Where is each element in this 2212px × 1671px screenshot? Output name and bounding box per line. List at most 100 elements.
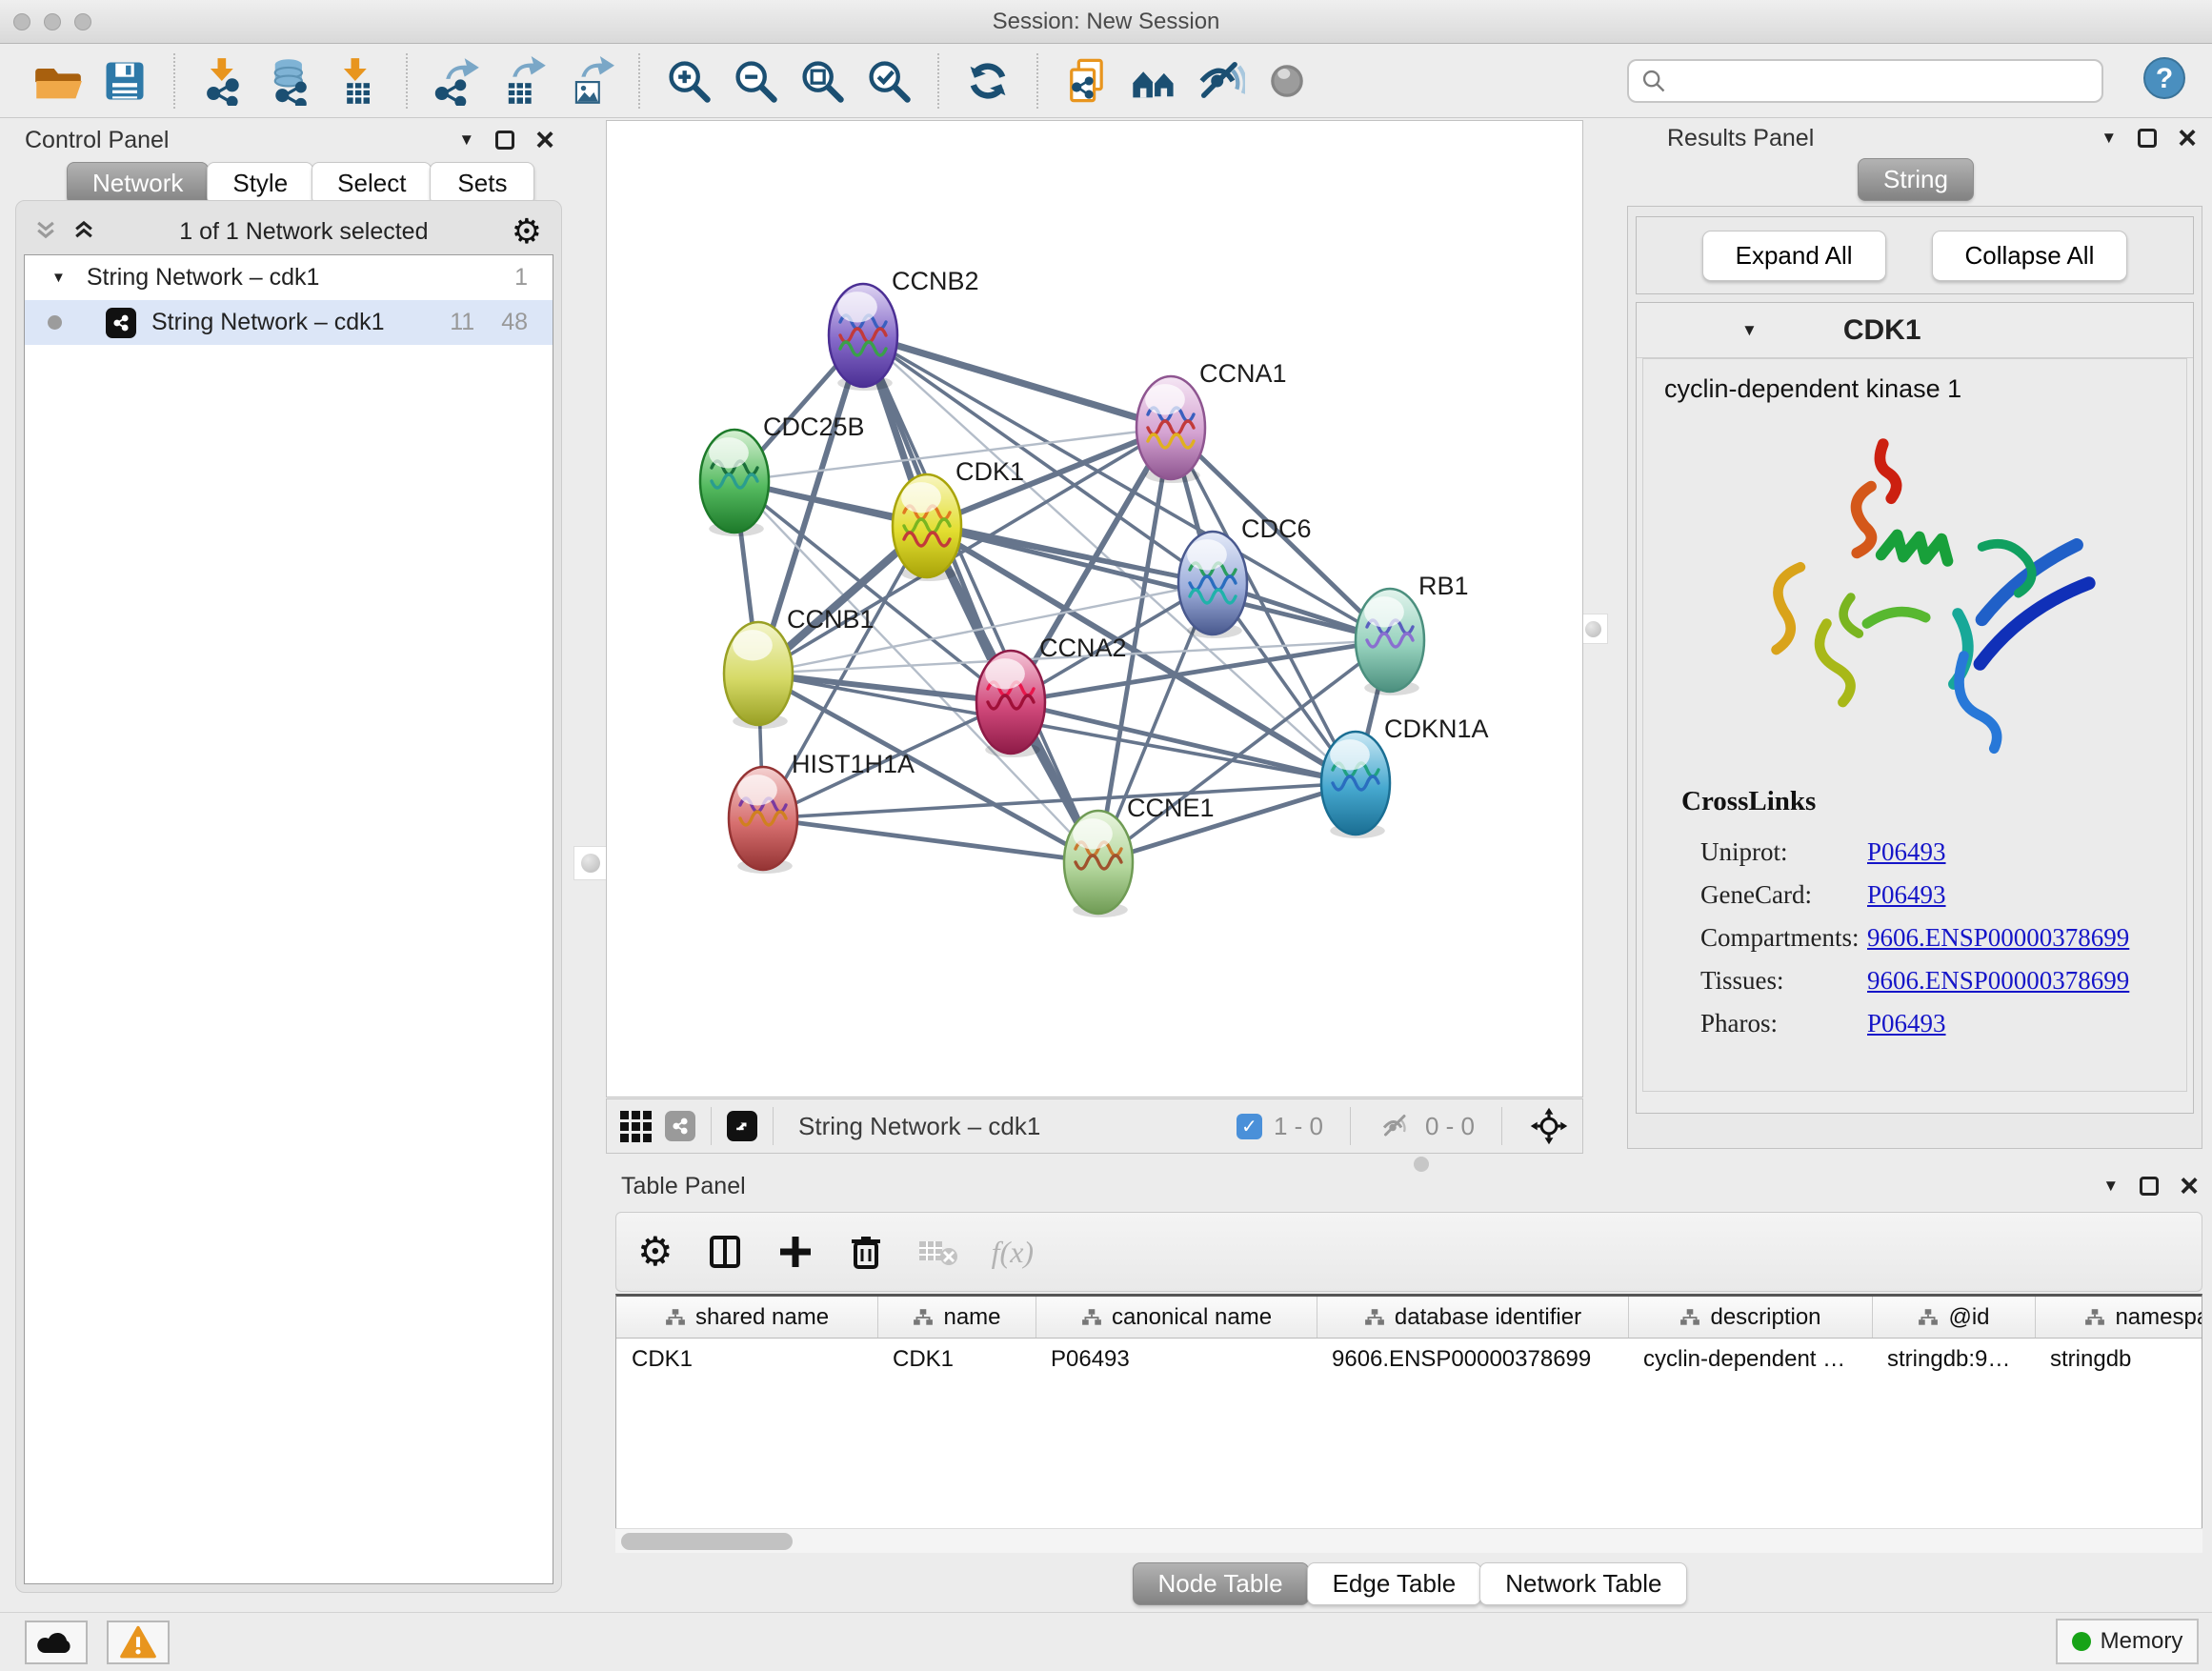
- birds-eye-view-icon[interactable]: [620, 1111, 652, 1142]
- close-panel-icon[interactable]: ×: [535, 131, 554, 150]
- help-button[interactable]: ?: [2142, 55, 2187, 106]
- network-node-rb1[interactable]: RB1: [1356, 572, 1469, 695]
- table-cell[interactable]: cyclin-dependent …: [1628, 1346, 1872, 1373]
- collapse-panel-icon[interactable]: ▼: [2101, 129, 2117, 148]
- show-columns-icon[interactable]: [706, 1233, 744, 1271]
- network-collection-row[interactable]: ▼ String Network – cdk1 1: [25, 255, 553, 300]
- collapse-all-networks-icon[interactable]: [33, 219, 58, 244]
- export-image-button[interactable]: [562, 53, 617, 109]
- save-session-button[interactable]: [97, 53, 152, 109]
- string-results-content: Expand All Collapse All ▼ CDK1 cyclin-de…: [1627, 206, 2202, 1149]
- tab-string[interactable]: String: [1858, 158, 1974, 201]
- column-header-name[interactable]: name: [877, 1297, 1036, 1338]
- expand-all-button[interactable]: Expand All: [1702, 231, 1886, 281]
- node-name: CDK1: [1843, 314, 1921, 347]
- selected-items-checkbox-icon[interactable]: ✓: [1237, 1114, 1262, 1139]
- float-panel-icon[interactable]: [495, 131, 514, 150]
- warnings-button[interactable]: [107, 1621, 170, 1664]
- column-header-database-identifier[interactable]: database identifier: [1317, 1297, 1628, 1338]
- zoom-fit-button[interactable]: [794, 53, 850, 109]
- zoom-selected-button[interactable]: [861, 53, 916, 109]
- tab-edge-table[interactable]: Edge Table: [1307, 1562, 1482, 1605]
- tab-node-table[interactable]: Node Table: [1133, 1562, 1309, 1605]
- network-edge[interactable]: [1011, 702, 1356, 783]
- tab-network-table[interactable]: Network Table: [1479, 1562, 1687, 1605]
- collection-expander-icon[interactable]: ▼: [51, 270, 66, 286]
- table-cell[interactable]: CDK1: [877, 1346, 1036, 1373]
- vertical-splitter-handle[interactable]: [573, 846, 608, 880]
- column-header--id[interactable]: @id: [1872, 1297, 2035, 1338]
- table-cell[interactable]: stringdb:9…: [1872, 1346, 2035, 1373]
- search-input[interactable]: [1677, 68, 2090, 94]
- hide-selected-button[interactable]: [1193, 53, 1248, 109]
- network-edge[interactable]: [863, 335, 1098, 862]
- collapse-panel-icon[interactable]: ▼: [2102, 1177, 2119, 1196]
- network-node-cdkn1a[interactable]: CDKN1A: [1321, 715, 1489, 838]
- memory-button[interactable]: Memory: [2056, 1619, 2199, 1664]
- control-panel: Control Panel ▼ × NetworkStyleSelectSets…: [10, 122, 568, 1604]
- float-panel-icon[interactable]: [2138, 129, 2157, 148]
- column-header-label: shared name: [695, 1304, 829, 1331]
- collapse-all-button[interactable]: Collapse All: [1932, 231, 2128, 281]
- network-tab-content: 1 of 1 Network selected ⚙ ▼ String Netwo…: [15, 200, 562, 1593]
- column-header-namespace[interactable]: namespace: [2035, 1297, 2202, 1338]
- close-panel-icon[interactable]: ×: [2178, 129, 2197, 148]
- table-horizontal-scrollbar[interactable]: [615, 1528, 2202, 1553]
- network-canvas[interactable]: CCNB2CCNA1CDC25BCDK1CDC6RB1CCNB1CCNA2CDK…: [606, 120, 1583, 1097]
- delete-column-trash-icon[interactable]: [847, 1233, 885, 1271]
- float-panel-icon[interactable]: [2140, 1177, 2159, 1196]
- fit-content-crosshair-icon[interactable]: [1529, 1106, 1569, 1146]
- collapse-panel-icon[interactable]: ▼: [458, 131, 474, 150]
- column-header-description[interactable]: description: [1628, 1297, 1872, 1338]
- crosslink-label: GeneCard:: [1681, 880, 1867, 910]
- import-network-file-button[interactable]: [196, 53, 251, 109]
- tab-sets[interactable]: Sets: [430, 162, 534, 205]
- node-section-header[interactable]: ▼ CDK1: [1637, 303, 2193, 358]
- first-neighbors-button[interactable]: [1126, 53, 1181, 109]
- tab-select[interactable]: Select: [312, 162, 432, 205]
- refresh-button[interactable]: [960, 53, 1016, 109]
- open-in-browser-icon[interactable]: [727, 1111, 757, 1141]
- table-options-gear-icon[interactable]: ⚙: [637, 1235, 674, 1269]
- import-network-database-button[interactable]: [263, 53, 318, 109]
- string-network-badge-icon[interactable]: [665, 1111, 695, 1141]
- crosslink-value-link[interactable]: P06493: [1867, 1009, 1946, 1038]
- zoom-in-button[interactable]: [661, 53, 716, 109]
- crosslink-value-link[interactable]: P06493: [1867, 837, 1946, 867]
- column-header-canonical-name[interactable]: canonical name: [1036, 1297, 1317, 1338]
- expand-all-networks-icon[interactable]: [71, 219, 96, 244]
- add-column-icon[interactable]: [776, 1233, 814, 1271]
- network-node-ccne1[interactable]: CCNE1: [1064, 794, 1215, 917]
- open-file-icon: [33, 56, 83, 106]
- scrollbar-thumb[interactable]: [621, 1533, 793, 1550]
- network-list: ▼ String Network – cdk1 1 String Network…: [24, 254, 553, 1584]
- table-cell[interactable]: CDK1: [616, 1346, 877, 1373]
- crosslink-value-link[interactable]: 9606.ENSP00000378699: [1867, 966, 2129, 996]
- import-table-button[interactable]: [330, 53, 385, 109]
- close-panel-icon[interactable]: ×: [2180, 1177, 2199, 1196]
- open-file-button[interactable]: [30, 53, 86, 109]
- zoom-out-button[interactable]: [728, 53, 783, 109]
- crosslink-value-link[interactable]: 9606.ENSP00000378699: [1867, 923, 2129, 953]
- network-options-gear-icon[interactable]: ⚙: [512, 214, 542, 249]
- export-network-button[interactable]: [429, 53, 484, 109]
- network-edge[interactable]: [763, 818, 1098, 862]
- section-expander-icon[interactable]: ▼: [1741, 321, 1758, 340]
- table-cell[interactable]: 9606.ENSP00000378699: [1317, 1346, 1628, 1373]
- column-header-shared-name[interactable]: shared name: [616, 1297, 877, 1338]
- table-toolbar: ⚙ f(x): [615, 1212, 2202, 1292]
- export-table-button[interactable]: [495, 53, 551, 109]
- table-cell[interactable]: P06493: [1036, 1346, 1317, 1373]
- crosslink-value-link[interactable]: P06493: [1867, 880, 1946, 910]
- network-node-ccnb1[interactable]: CCNB1: [724, 605, 875, 729]
- table-cell[interactable]: stringdb: [2035, 1346, 2202, 1373]
- cloud-status-button[interactable]: [25, 1621, 88, 1664]
- tab-style[interactable]: Style: [207, 162, 313, 205]
- table-row[interactable]: CDK1CDK1P064939606.ENSP00000378699cyclin…: [616, 1339, 2202, 1380]
- network-row[interactable]: String Network – cdk1 11 48: [25, 300, 553, 345]
- crosslink-row: GeneCard:P06493: [1681, 874, 2129, 916]
- tab-network[interactable]: Network: [67, 162, 209, 205]
- new-network-from-selection-button[interactable]: [1059, 53, 1115, 109]
- show-all-button[interactable]: [1259, 53, 1315, 109]
- network-edge[interactable]: [863, 335, 1171, 428]
